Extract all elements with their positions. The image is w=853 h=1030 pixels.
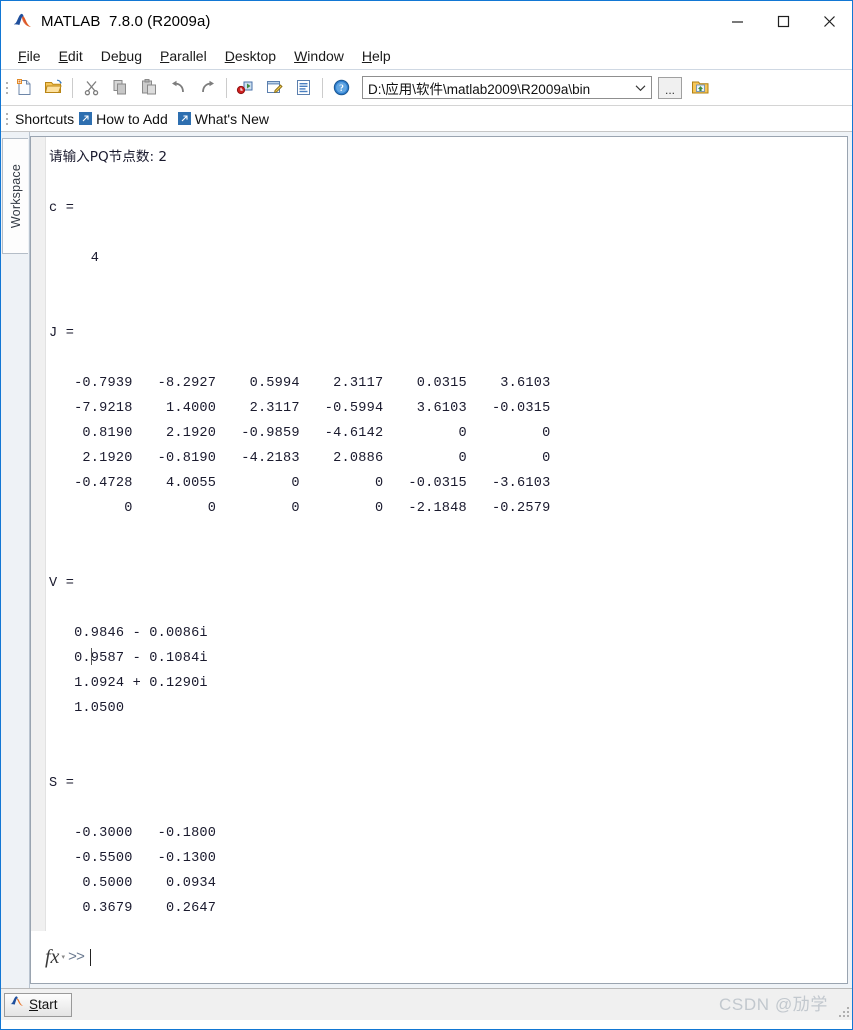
- sidebar-item-workspace[interactable]: Workspace: [2, 138, 28, 254]
- shortcuts-label: Shortcuts: [15, 110, 75, 127]
- window-resize-grip[interactable]: [838, 1006, 849, 1017]
- title-bar-left: MATLAB 7.8.0 (R2009a): [1, 12, 211, 31]
- shortcut-arrow-icon: [177, 112, 191, 125]
- open-folder-icon[interactable]: [39, 73, 68, 102]
- menu-parallel[interactable]: Parallel: [151, 46, 216, 66]
- menu-window[interactable]: Window: [285, 46, 353, 66]
- shortcuts-drag-handle[interactable]: [3, 108, 10, 130]
- left-dock-rail: Workspace: [1, 132, 30, 988]
- fx-function-browser-icon[interactable]: fx: [45, 947, 59, 967]
- menu-help[interactable]: Help: [353, 46, 400, 66]
- help-question-icon[interactable]: ?: [327, 73, 356, 102]
- csdn-watermark: CSDN @劢学: [719, 995, 828, 1014]
- command-input-caret: [89, 948, 91, 966]
- workspace-tab-label: Workspace: [8, 163, 23, 229]
- matlab-main-window: MATLAB 7.8.0 (R2009a) File Edit Debug Pa…: [0, 0, 853, 1030]
- menu-bar: File Edit Debug Parallel Desktop Window …: [1, 42, 852, 70]
- toolbar-separator: [72, 77, 73, 98]
- menu-edit[interactable]: Edit: [50, 46, 92, 66]
- command-window-output-area[interactable]: 请输入PQ节点数: 2 c = 4 J = -0.7939 -8.2927 0.…: [31, 137, 847, 931]
- copy-icon[interactable]: [106, 73, 135, 102]
- menu-file[interactable]: File: [9, 46, 50, 66]
- output-text-caret: [91, 648, 92, 665]
- start-button[interactable]: Start: [4, 992, 72, 1017]
- maximize-icon[interactable]: [760, 1, 806, 41]
- undo-arrow-icon[interactable]: [164, 73, 193, 102]
- browse-directory-button[interactable]: ...: [658, 76, 682, 99]
- matlab-membrane-icon: [13, 12, 32, 31]
- guide-icon[interactable]: [260, 73, 289, 102]
- menu-debug[interactable]: Debug: [92, 46, 151, 66]
- shortcut-whats-new[interactable]: What's New: [195, 111, 269, 127]
- shortcut-arrow-icon: [79, 112, 93, 125]
- command-prompt-row[interactable]: fx ▾ >>: [31, 931, 847, 983]
- chevron-down-icon[interactable]: [629, 77, 651, 98]
- shortcut-how-to-add[interactable]: How to Add: [96, 111, 168, 127]
- current-directory-combobox[interactable]: D:\应用\软件\matlab2009\R2009a\bin: [362, 76, 652, 99]
- desktop-work-area: Workspace 请输入PQ节点数: 2 c = 4 J = -0.7939 …: [1, 132, 852, 988]
- window-controls: [714, 1, 852, 41]
- toolbar-separator: [322, 77, 323, 98]
- simulink-icon[interactable]: [231, 73, 260, 102]
- status-bar: Start CSDN @劢学: [1, 988, 852, 1020]
- main-toolbar: ? D:\应用\软件\matlab2009\R2009a\bin ...: [1, 70, 852, 106]
- chevron-down-icon[interactable]: ▾: [61, 953, 65, 961]
- new-file-icon[interactable]: [10, 73, 39, 102]
- toolbar-separator: [226, 77, 227, 98]
- close-icon[interactable]: [806, 1, 852, 41]
- minimize-icon[interactable]: [714, 1, 760, 41]
- title-bar: MATLAB 7.8.0 (R2009a): [1, 1, 852, 42]
- command-window: 请输入PQ节点数: 2 c = 4 J = -0.7939 -8.2927 0.…: [30, 136, 848, 984]
- window-title: MATLAB 7.8.0 (R2009a): [41, 12, 211, 30]
- command-prompt-symbol: >>: [67, 948, 85, 966]
- matlab-membrane-icon: [10, 995, 24, 1014]
- toolbar-drag-handle[interactable]: [3, 77, 10, 99]
- menu-desktop[interactable]: Desktop: [216, 46, 285, 66]
- console-line-prompt-cn: 请输入PQ节点数: 2: [49, 149, 168, 165]
- svg-text:?: ?: [339, 84, 344, 94]
- command-window-output: 请输入PQ节点数: 2 c = 4 J = -0.7939 -8.2927 0.…: [49, 149, 551, 916]
- paste-icon[interactable]: [135, 73, 164, 102]
- redo-arrow-icon[interactable]: [193, 73, 222, 102]
- shortcuts-bar: Shortcuts How to Add What's New: [1, 106, 852, 132]
- current-directory-value: D:\应用\软件\matlab2009\R2009a\bin: [368, 81, 591, 97]
- cut-scissors-icon[interactable]: [77, 73, 106, 102]
- profiler-icon[interactable]: [289, 73, 318, 102]
- up-one-level-folder-icon[interactable]: [686, 73, 715, 102]
- start-button-label: Start: [29, 997, 58, 1012]
